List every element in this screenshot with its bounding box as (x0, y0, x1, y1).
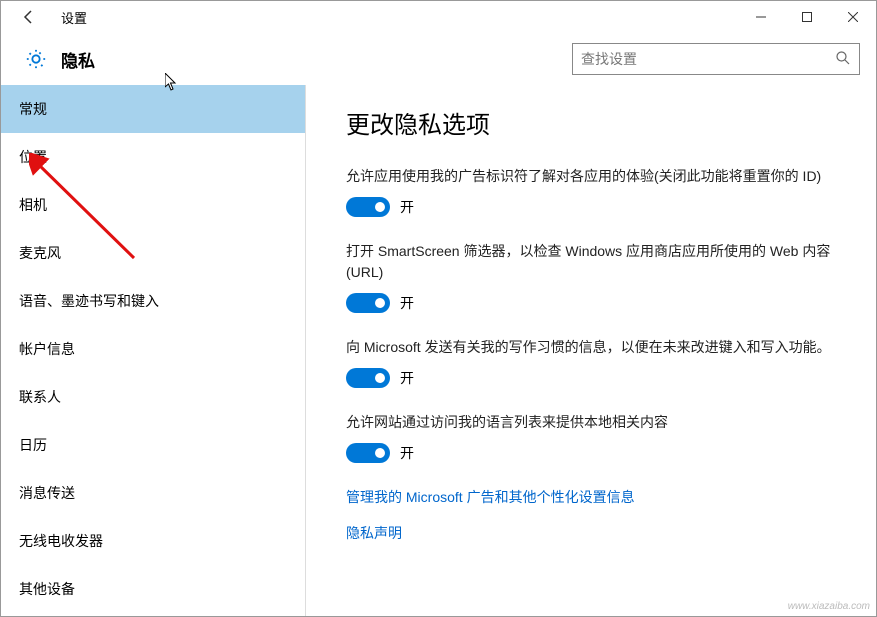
search-input[interactable] (581, 51, 835, 67)
toggle-state-label: 开 (400, 368, 414, 388)
sidebar-item-label: 语音、墨迹书写和键入 (19, 293, 159, 309)
toggle-smartscreen[interactable] (346, 293, 390, 313)
sidebar-item-other[interactable]: 其他设备 (1, 565, 305, 613)
sidebar-item-calendar[interactable]: 日历 (1, 421, 305, 469)
window-title: 设置 (49, 8, 87, 27)
page-title: 隐私 (55, 47, 95, 72)
sidebar-item-label: 相机 (19, 197, 47, 213)
option-typing: 向 Microsoft 发送有关我的写作习惯的信息，以便在未来改进键入和写入功能… (346, 337, 848, 388)
window-controls (738, 1, 876, 33)
toggle-state-label: 开 (400, 293, 414, 313)
toggle-languages[interactable] (346, 443, 390, 463)
toggle-typing[interactable] (346, 368, 390, 388)
option-ad-id: 允许应用使用我的广告标识符了解对各应用的体验(关闭此功能将重置你的 ID) 开 (346, 166, 848, 217)
sidebar-item-account[interactable]: 帐户信息 (1, 325, 305, 373)
sidebar-item-contacts[interactable]: 联系人 (1, 373, 305, 421)
option-description: 允许应用使用我的广告标识符了解对各应用的体验(关闭此功能将重置你的 ID) (346, 166, 848, 187)
content: 常规 位置 相机 麦克风 语音、墨迹书写和键入 帐户信息 联系人 日历 消息传送… (1, 85, 876, 616)
sidebar-item-label: 其他设备 (19, 581, 75, 597)
search-box[interactable] (572, 43, 860, 75)
sidebar-item-location[interactable]: 位置 (1, 133, 305, 181)
sidebar-item-label: 无线电收发器 (19, 533, 103, 549)
option-description: 向 Microsoft 发送有关我的写作习惯的信息，以便在未来改进键入和写入功能… (346, 337, 848, 358)
option-description: 打开 SmartScreen 筛选器，以检查 Windows 应用商店应用所使用… (346, 241, 848, 283)
sidebar-item-messaging[interactable]: 消息传送 (1, 469, 305, 517)
sidebar-item-camera[interactable]: 相机 (1, 181, 305, 229)
header: 隐私 (1, 33, 876, 85)
option-languages: 允许网站通过访问我的语言列表来提供本地相关内容 开 (346, 412, 848, 463)
close-button[interactable] (830, 1, 876, 33)
search-icon (835, 50, 851, 69)
back-button[interactable] (9, 1, 49, 33)
sidebar-item-label: 联系人 (19, 389, 61, 405)
sidebar-item-microphone[interactable]: 麦克风 (1, 229, 305, 277)
minimize-button[interactable] (738, 1, 784, 33)
titlebar: 设置 (1, 1, 876, 33)
sidebar-item-general[interactable]: 常规 (1, 85, 305, 133)
sidebar-item-label: 位置 (19, 149, 47, 165)
toggle-state-label: 开 (400, 443, 414, 463)
maximize-button[interactable] (784, 1, 830, 33)
sidebar-item-label: 常规 (19, 101, 47, 117)
sidebar-item-label: 帐户信息 (19, 341, 75, 357)
link-manage-ads[interactable]: 管理我的 Microsoft 广告和其他个性化设置信息 (346, 487, 848, 507)
toggle-ad-id[interactable] (346, 197, 390, 217)
sidebar: 常规 位置 相机 麦克风 语音、墨迹书写和键入 帐户信息 联系人 日历 消息传送… (1, 85, 306, 616)
sidebar-item-label: 消息传送 (19, 485, 75, 501)
gear-icon[interactable] (17, 48, 55, 70)
main-heading: 更改隐私选项 (346, 105, 848, 140)
sidebar-item-speech[interactable]: 语音、墨迹书写和键入 (1, 277, 305, 325)
sidebar-item-label: 麦克风 (19, 245, 61, 261)
sidebar-item-label: 日历 (19, 437, 47, 453)
option-description: 允许网站通过访问我的语言列表来提供本地相关内容 (346, 412, 848, 433)
sidebar-item-radios[interactable]: 无线电收发器 (1, 517, 305, 565)
toggle-state-label: 开 (400, 197, 414, 217)
option-smartscreen: 打开 SmartScreen 筛选器，以检查 Windows 应用商店应用所使用… (346, 241, 848, 313)
link-privacy-statement[interactable]: 隐私声明 (346, 523, 848, 543)
main-panel: 更改隐私选项 允许应用使用我的广告标识符了解对各应用的体验(关闭此功能将重置你的… (306, 85, 876, 616)
